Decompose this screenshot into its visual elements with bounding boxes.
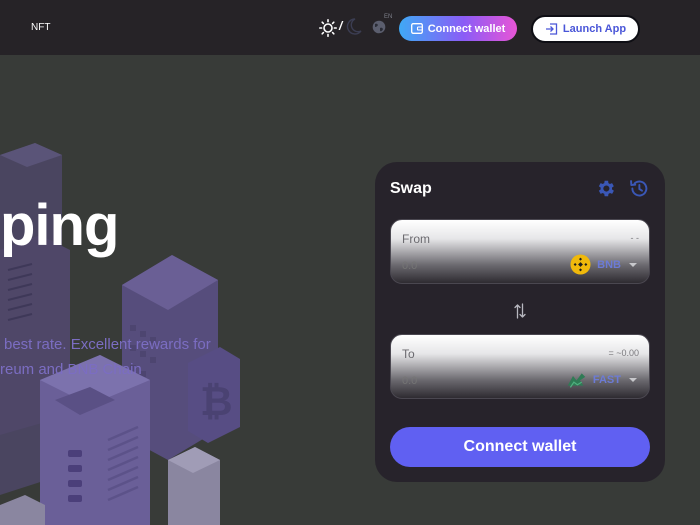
from-token-name: BNB [597, 258, 621, 271]
sun-icon[interactable] [319, 19, 337, 37]
to-label: To [402, 347, 415, 361]
gear-icon[interactable] [595, 178, 616, 199]
from-amount-input[interactable] [402, 260, 522, 272]
moon-icon[interactable] [346, 18, 362, 36]
hero-subtitle-line2: reum and BNB Chain [0, 361, 142, 378]
connect-wallet-button[interactable]: Connect wallet [399, 16, 517, 41]
to-panel: To = ~0.00 FAST [390, 334, 650, 399]
bnb-token-icon [570, 254, 591, 275]
hero-title: ping [0, 193, 119, 258]
connect-wallet-label: Connect wallet [427, 22, 506, 35]
svg-text:₿: ₿ [200, 380, 233, 424]
from-balance: - - [630, 233, 640, 243]
fast-token-icon [567, 373, 586, 388]
globe-icon[interactable] [372, 20, 386, 34]
to-token-name: FAST [592, 373, 621, 386]
from-label: From [402, 232, 430, 246]
from-token-selector[interactable]: BNB [570, 254, 637, 275]
hero-subtitle-line1: best rate. Excellent rewards for [4, 336, 211, 353]
isometric-city-illustration: ₿ [0, 143, 240, 525]
top-navbar: NFT / EN Connect wallet Launch App [0, 0, 700, 55]
launch-app-label: Launch App [562, 23, 627, 35]
chevron-down-icon [629, 377, 637, 382]
chevron-down-icon [629, 262, 637, 267]
to-balance: = ~0.00 [608, 348, 639, 358]
wallet-icon [410, 23, 423, 34]
launch-app-button[interactable]: Launch App [531, 15, 640, 43]
swap-connect-wallet-button[interactable]: Connect wallet [390, 427, 650, 467]
history-icon[interactable] [628, 178, 649, 199]
to-amount-input[interactable] [402, 375, 522, 387]
swap-card: Swap From - - BNB [375, 162, 665, 482]
launch-icon [545, 23, 558, 35]
theme-separator: / [339, 19, 343, 33]
to-token-selector[interactable]: FAST [566, 369, 637, 390]
language-label[interactable]: EN [384, 14, 392, 20]
swap-arrows-icon[interactable] [513, 302, 527, 320]
swap-title: Swap [390, 180, 432, 197]
from-panel: From - - BNB [390, 219, 650, 284]
nav-link-nft[interactable]: NFT [31, 22, 50, 33]
